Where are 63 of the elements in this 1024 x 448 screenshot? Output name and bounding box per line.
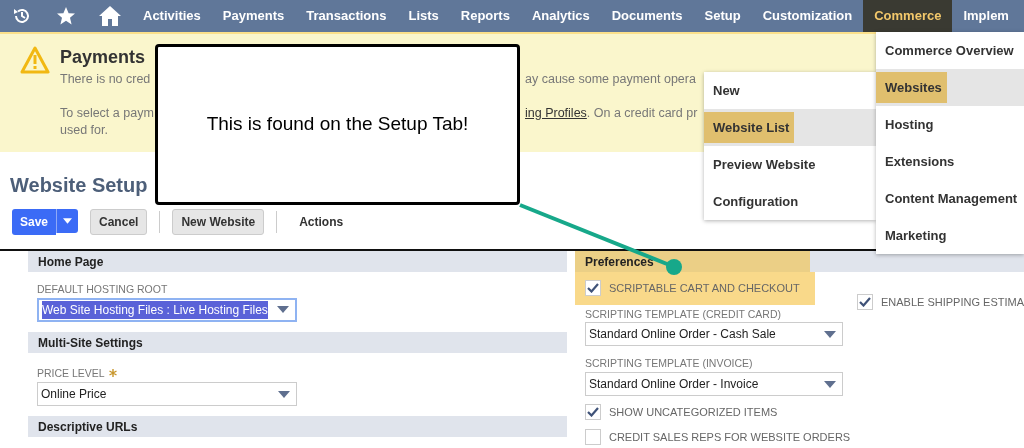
- checkbox[interactable]: [584, 404, 601, 421]
- nav-tab[interactable]: Transactions: [295, 0, 398, 32]
- alert-text: ay cause some payment opera: [525, 71, 696, 88]
- nav-tab[interactable]: Analytics: [520, 0, 601, 32]
- actions-menu[interactable]: Actions: [289, 213, 344, 231]
- history-icon[interactable]: [12, 6, 32, 26]
- section-header: Home Page: [28, 251, 567, 272]
- page-title: Website Setup: [10, 174, 148, 196]
- warning-icon: [20, 46, 50, 74]
- alert-text: . On a credit card pr: [586, 105, 698, 122]
- menu-item[interactable]: Websites: [876, 69, 1024, 106]
- menu-item[interactable]: Marketing: [876, 217, 1024, 254]
- nav-tab[interactable]: Implem: [952, 0, 1020, 32]
- select-field[interactable]: Online Price: [37, 382, 297, 407]
- nav-tab[interactable]: Lists: [397, 0, 450, 32]
- checkbox-label: CREDIT SALES REPS FOR WEBSITE ORDERS: [608, 429, 851, 445]
- checkbox-label: SCRIPTABLE CART AND CHECKOUT: [608, 281, 800, 296]
- nav-tab[interactable]: Payments: [211, 0, 296, 32]
- field-label: PRICE LEVEL: [37, 366, 105, 379]
- dropdown-arrow-icon: [278, 390, 290, 398]
- menu-item[interactable]: Commerce Overview: [876, 32, 1024, 69]
- checkbox-label: ENABLE SHIPPING ESTIMA: [880, 295, 1024, 310]
- menu-item[interactable]: Configuration: [704, 183, 876, 220]
- alert-text: used for.: [60, 122, 109, 139]
- field-label: DEFAULT HOSTING ROOT: [37, 283, 168, 295]
- nav-tab[interactable]: Commerce: [863, 0, 953, 32]
- menu-item[interactable]: Content Management: [876, 180, 1024, 217]
- nav-tab[interactable]: Customization: [751, 0, 864, 32]
- menu-item[interactable]: Extensions: [876, 143, 1024, 180]
- field-label: SCRIPTING TEMPLATE (INVOICE): [584, 356, 754, 372]
- section-header: Descriptive URLs: [28, 416, 567, 438]
- menu-item[interactable]: Hosting: [876, 106, 1024, 143]
- alert-text: There is no cred: [60, 71, 152, 88]
- toolbar-button[interactable]: New Website: [172, 209, 265, 235]
- menu-item[interactable]: Website List: [704, 109, 876, 146]
- star-icon[interactable]: [56, 6, 76, 26]
- alert-text: To select a paym: [60, 105, 153, 122]
- nav-tab[interactable]: Activities: [132, 0, 212, 32]
- home-icon[interactable]: [98, 5, 122, 27]
- select-field[interactable]: Web Site Hosting Files : Live Hosting Files: [37, 297, 297, 322]
- dropdown-button[interactable]: [56, 209, 79, 233]
- select-field[interactable]: Standard Online Order - Cash Sale: [584, 322, 843, 347]
- dropdown-arrow-icon: [277, 306, 289, 314]
- dropdown-arrow-icon: [823, 380, 836, 388]
- callout-text: This is found on the Setup Tab!: [206, 112, 469, 137]
- caret-icon: [63, 218, 73, 224]
- section-header: Preferences: [574, 251, 1024, 272]
- nav-tab[interactable]: Setup: [693, 0, 752, 32]
- menu-item[interactable]: Preview Website: [704, 146, 876, 183]
- checkbox-label: SHOW UNCATEGORIZED ITEMS: [608, 405, 778, 420]
- nav-tab[interactable]: Documents: [600, 0, 694, 32]
- alert-title: Payments: [60, 46, 147, 69]
- toolbar-button[interactable]: Cancel: [90, 209, 148, 235]
- field-label: SCRIPTING TEMPLATE (CREDIT CARD): [584, 306, 782, 322]
- dropdown-arrow-icon: [823, 330, 836, 338]
- select-field[interactable]: Standard Online Order - Invoice: [584, 372, 843, 396]
- section-header: Multi-Site Settings: [28, 331, 567, 353]
- save-button[interactable]: Save: [12, 209, 57, 235]
- profiles-link[interactable]: ing Profiles: [525, 105, 587, 122]
- nav-tab[interactable]: Reports: [449, 0, 521, 32]
- checkbox[interactable]: [856, 294, 873, 311]
- checkbox[interactable]: [584, 428, 601, 445]
- menu-item[interactable]: New: [704, 72, 876, 109]
